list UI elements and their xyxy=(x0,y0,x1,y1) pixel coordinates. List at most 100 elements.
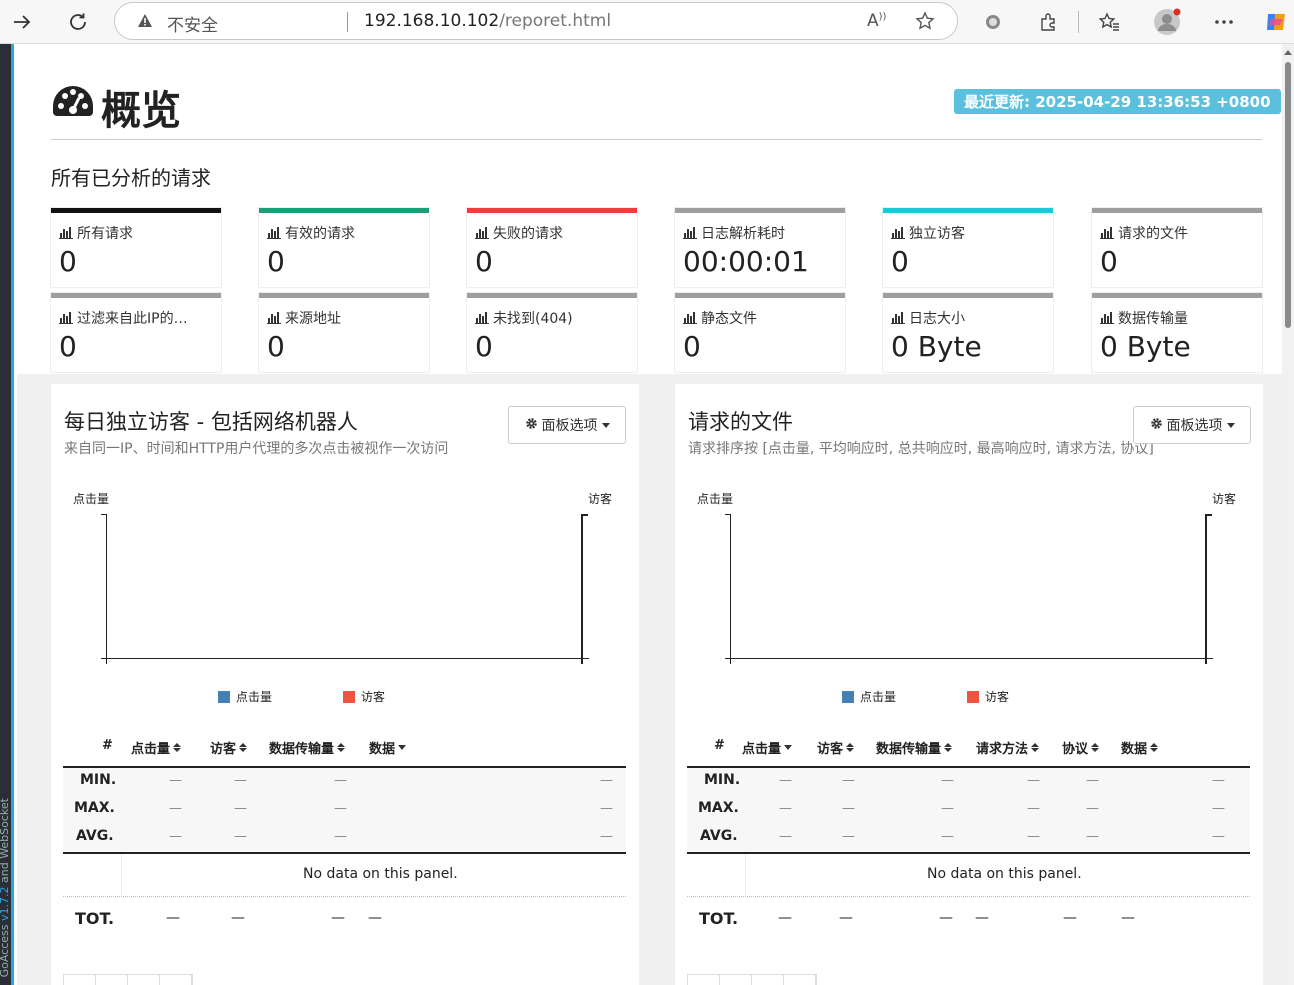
column-header[interactable]: 协议 xyxy=(1062,738,1100,757)
more-menu-icon[interactable] xyxy=(1210,8,1238,36)
metric-label: 所有请求 xyxy=(59,223,215,243)
legend-item[interactable]: 点击量 xyxy=(218,688,272,705)
panel-visitors: 每日独立访客 - 包括网络机器人 来自同一IP、时间和HTTP用户代理的多次点击被… xyxy=(51,384,639,985)
legend-item[interactable]: 点击量 xyxy=(842,688,896,705)
y-axis-right-label: 访客 xyxy=(1212,492,1237,506)
pagination-button[interactable] xyxy=(96,975,128,985)
favorites-icon[interactable] xyxy=(1095,8,1123,36)
stats-cell: — xyxy=(842,773,855,788)
metric-value: 0 xyxy=(475,245,493,278)
scroll-up-arrow-icon[interactable] xyxy=(1284,50,1292,55)
stats-cell: — xyxy=(169,829,182,844)
stats-cell: — xyxy=(1086,829,1099,844)
panel-options-button[interactable]: 面板选项 xyxy=(508,406,626,444)
stats-cell: — xyxy=(1212,829,1225,844)
metric-label: 有效的请求 xyxy=(267,223,423,243)
favorite-star-icon[interactable] xyxy=(915,11,935,36)
metric-label: 来源地址 xyxy=(267,308,423,328)
refresh-button[interactable] xyxy=(62,6,94,38)
column-header[interactable]: 访客 xyxy=(817,738,855,757)
column-header-label: 数据 xyxy=(1121,742,1148,757)
column-header[interactable]: 访客 xyxy=(210,738,248,757)
bar-chart-icon xyxy=(683,312,697,324)
column-header-label: 点击量 xyxy=(131,742,171,757)
forward-button[interactable] xyxy=(6,6,38,38)
pagination-button[interactable] xyxy=(784,975,816,985)
x-axis-tick xyxy=(730,658,731,664)
metric-label: 日志大小 xyxy=(891,308,1047,328)
metric-value: 0 xyxy=(267,245,285,278)
panel-requests: 请求的文件 请求排序按 [点击量, 平均响应时, 总共响应时, 最高响应时, 请求… xyxy=(675,384,1263,985)
address-bar[interactable]: 不安全 192.168.10.102/reporet.html A)) xyxy=(114,2,958,40)
metric-value: 0 xyxy=(59,245,77,278)
x-axis-line xyxy=(725,658,1213,659)
metric-label-text: 有效的请求 xyxy=(285,226,355,242)
pagination-button[interactable] xyxy=(128,975,160,985)
column-header[interactable]: 点击量 xyxy=(742,738,793,757)
metric-card: 有效的请求 0 xyxy=(259,208,429,287)
page-title: 概览 xyxy=(51,78,181,136)
pagination-button[interactable] xyxy=(64,975,96,985)
scroll-thumb[interactable] xyxy=(1285,62,1291,328)
metric-label-text: 来源地址 xyxy=(285,311,341,327)
pagination-button[interactable] xyxy=(720,975,752,985)
sidebar-suffix: and WebSocket xyxy=(0,797,11,883)
pagination-button[interactable] xyxy=(688,975,720,985)
dashboard-icon xyxy=(51,84,95,130)
page-scrollbar[interactable] xyxy=(1282,44,1294,985)
copilot-icon[interactable] xyxy=(1262,8,1290,36)
insecure-label: 不安全 xyxy=(167,16,218,36)
table-body-border xyxy=(687,852,1250,854)
extension-shield-icon[interactable] xyxy=(979,8,1007,36)
legend-item[interactable]: 访客 xyxy=(967,688,1009,705)
legend-item[interactable]: 访客 xyxy=(343,688,385,705)
column-header[interactable]: 点击量 xyxy=(131,738,182,757)
metric-label: 过滤来自此IP的… xyxy=(59,308,215,328)
column-header[interactable]: 数据传输量 xyxy=(269,738,346,757)
pagination-button[interactable] xyxy=(752,975,784,985)
column-header[interactable]: 数据 xyxy=(1121,738,1159,757)
metric-card: 失败的请求 0 xyxy=(467,208,637,287)
stats-row-label: AVG. xyxy=(700,828,738,844)
stats-cell: — xyxy=(334,801,347,816)
last-updated-badge: 最近更新: 2025-04-29 13:36:53 +0800 xyxy=(954,89,1281,114)
column-header[interactable]: 数据传输量 xyxy=(876,738,953,757)
y-axis-right-label: 访客 xyxy=(588,492,613,506)
bar-chart-icon xyxy=(891,312,905,324)
y-axis-right-tick xyxy=(1205,514,1212,516)
metric-label-text: 未找到(404) xyxy=(493,311,573,327)
column-header[interactable]: 请求方法 xyxy=(976,738,1040,757)
extensions-icon[interactable] xyxy=(1034,8,1062,36)
legend-label: 访客 xyxy=(361,690,386,704)
stats-cell: — xyxy=(600,801,613,816)
metric-card: 过滤来自此IP的… 0 xyxy=(51,293,221,372)
metric-label-text: 日志解析耗时 xyxy=(701,226,785,242)
goaccess-sidebar-strip: GoAccess v1.7.2 and WebSocket xyxy=(0,44,14,985)
report-page: 概览 最近更新: 2025-04-29 13:36:53 +0800 所有已分析… xyxy=(17,44,1282,985)
metric-label-text: 独立访客 xyxy=(909,226,965,242)
totals-cell: — xyxy=(1121,910,1135,926)
stats-cell: — xyxy=(234,773,247,788)
stats-cell: — xyxy=(234,801,247,816)
metric-card: 数据传输量 0 Byte xyxy=(1092,293,1262,372)
stats-cell: — xyxy=(334,829,347,844)
pagination xyxy=(687,974,817,985)
sort-icon xyxy=(846,743,855,752)
panel-options-button[interactable]: 面板选项 xyxy=(1133,406,1251,444)
stats-cell: — xyxy=(842,829,855,844)
totals-cell: — xyxy=(975,910,989,926)
profile-avatar-icon[interactable] xyxy=(1153,8,1181,36)
x-axis-tick xyxy=(581,658,583,664)
no-data-row-divider xyxy=(121,854,122,896)
no-data-message: No data on this panel. xyxy=(927,866,1082,882)
pagination-button[interactable] xyxy=(160,975,192,985)
stats-cell: — xyxy=(1027,801,1040,816)
y-axis-right-tick xyxy=(581,514,588,516)
panel-subtitle: 来自同一IP、时间和HTTP用户代理的多次点击被视作一次访问 xyxy=(64,441,449,457)
read-aloud-icon[interactable]: A)) xyxy=(867,11,886,31)
column-header-label: 请求方法 xyxy=(976,742,1029,757)
y-axis-left-line xyxy=(730,514,731,662)
stats-row-label: MAX. xyxy=(698,800,739,816)
column-header[interactable]: 数据 xyxy=(369,738,407,757)
sidebar-version-text: GoAccess v1.7.2 and WebSocket xyxy=(0,798,11,977)
